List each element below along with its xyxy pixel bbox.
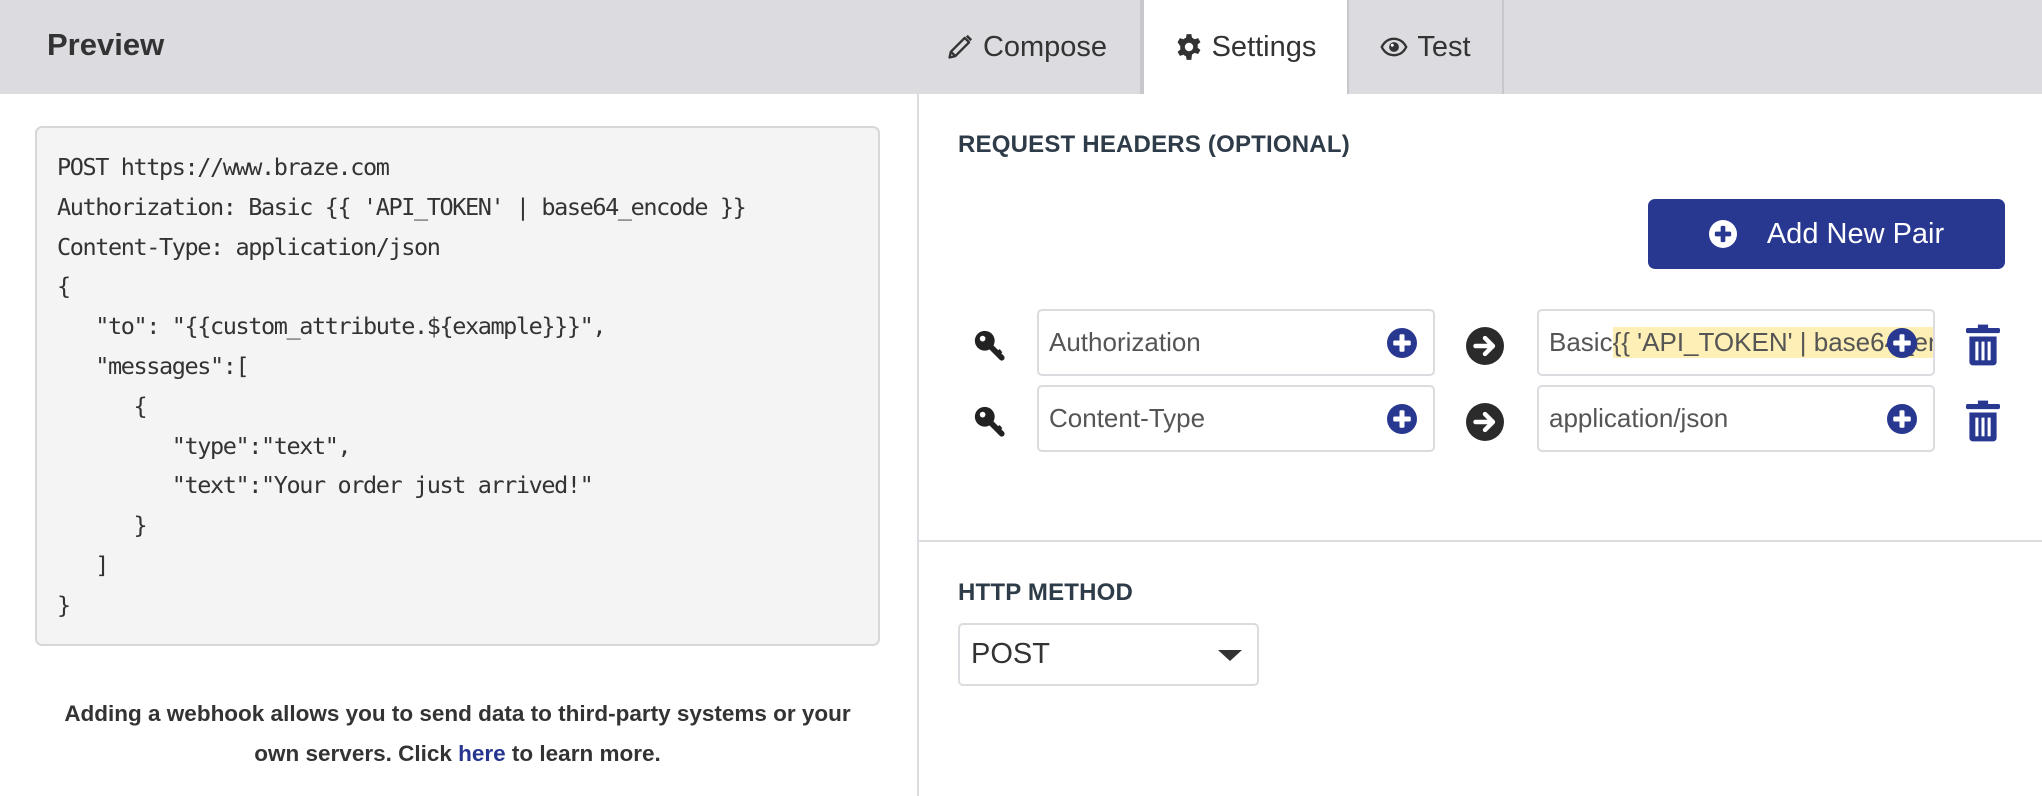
header-value-plain: application/json — [1549, 403, 1729, 433]
code-line: Authorization: Basic {{ 'API_TOKEN' | ba… — [57, 192, 747, 221]
header-value-plain: Basic — [1549, 327, 1613, 357]
code-line: "type":"text", — [57, 431, 352, 460]
tab-label: Compose — [982, 30, 1108, 63]
panel-divider — [917, 94, 919, 796]
help-text-after: to learn more. — [505, 741, 661, 766]
header-key-value: Content-Type — [1049, 403, 1206, 433]
code-line: } — [57, 511, 147, 540]
code-line: { — [57, 391, 147, 420]
learn-more-link[interactable]: here — [458, 741, 506, 766]
top-bar: Preview Compose Settings Test — [0, 0, 2042, 94]
insert-personalization-icon[interactable] — [1387, 328, 1417, 358]
http-method-select[interactable]: POST — [958, 623, 1259, 686]
header-key-input[interactable]: Content-Type — [1037, 385, 1435, 452]
code-line: Content-Type: application/json — [57, 232, 441, 261]
panel-title: Preview — [47, 27, 165, 62]
key-icon — [974, 330, 1005, 361]
tab-settings[interactable]: Settings — [1142, 0, 1349, 94]
tab-label: Settings — [1211, 30, 1317, 63]
eye-icon — [1380, 37, 1408, 57]
preview-panel: POST https://www.braze.com Authorization… — [0, 94, 917, 796]
request-headers-label: REQUEST HEADERS (OPTIONAL) — [958, 131, 1350, 158]
gear-icon — [1177, 34, 1201, 60]
add-new-pair-button[interactable]: Add New Pair — [1648, 199, 2005, 269]
code-line: "messages":[ — [57, 351, 249, 380]
code-line: } — [57, 590, 71, 619]
arrow-right-icon — [1466, 327, 1504, 365]
code-line: { — [57, 272, 71, 301]
code-line: ] — [57, 550, 109, 579]
tab-compose[interactable]: Compose — [913, 0, 1142, 94]
caret-down-icon — [1218, 650, 1242, 661]
tab-label: Test — [1417, 30, 1471, 63]
plus-circle-icon — [1708, 220, 1737, 248]
code-line: POST https://www.braze.com — [57, 153, 390, 181]
trash-icon[interactable] — [1966, 324, 2000, 366]
insert-personalization-icon[interactable] — [1387, 404, 1417, 434]
code-line: "text":"Your order just arrived!" — [57, 471, 594, 500]
tab-test[interactable]: Test — [1349, 0, 1504, 94]
header-key-input[interactable]: Authorization — [1037, 309, 1435, 376]
add-new-pair-label: Add New Pair — [1766, 217, 1945, 250]
section-divider — [919, 540, 2042, 542]
trash-icon[interactable] — [1966, 400, 2000, 442]
pencil-icon — [948, 34, 973, 59]
code-line: "to": "{{custom_attribute.${example}}}", — [57, 312, 606, 341]
http-method-label: HTTP METHOD — [958, 579, 1134, 606]
insert-personalization-icon[interactable] — [1887, 328, 1917, 358]
request-preview-code: POST https://www.braze.com Authorization… — [35, 126, 880, 646]
insert-personalization-icon[interactable] — [1887, 404, 1917, 434]
arrow-right-icon — [1466, 403, 1504, 441]
header-key-value: Authorization — [1049, 327, 1201, 357]
http-method-value: POST — [971, 638, 1050, 670]
header-value-input[interactable]: Basic {{ 'API_TOKEN' | base64_encode }} — [1537, 309, 1935, 376]
help-text: Adding a webhook allows you to send data… — [60, 694, 855, 774]
key-icon — [974, 406, 1005, 437]
header-value-input[interactable]: application/json — [1537, 385, 1935, 452]
